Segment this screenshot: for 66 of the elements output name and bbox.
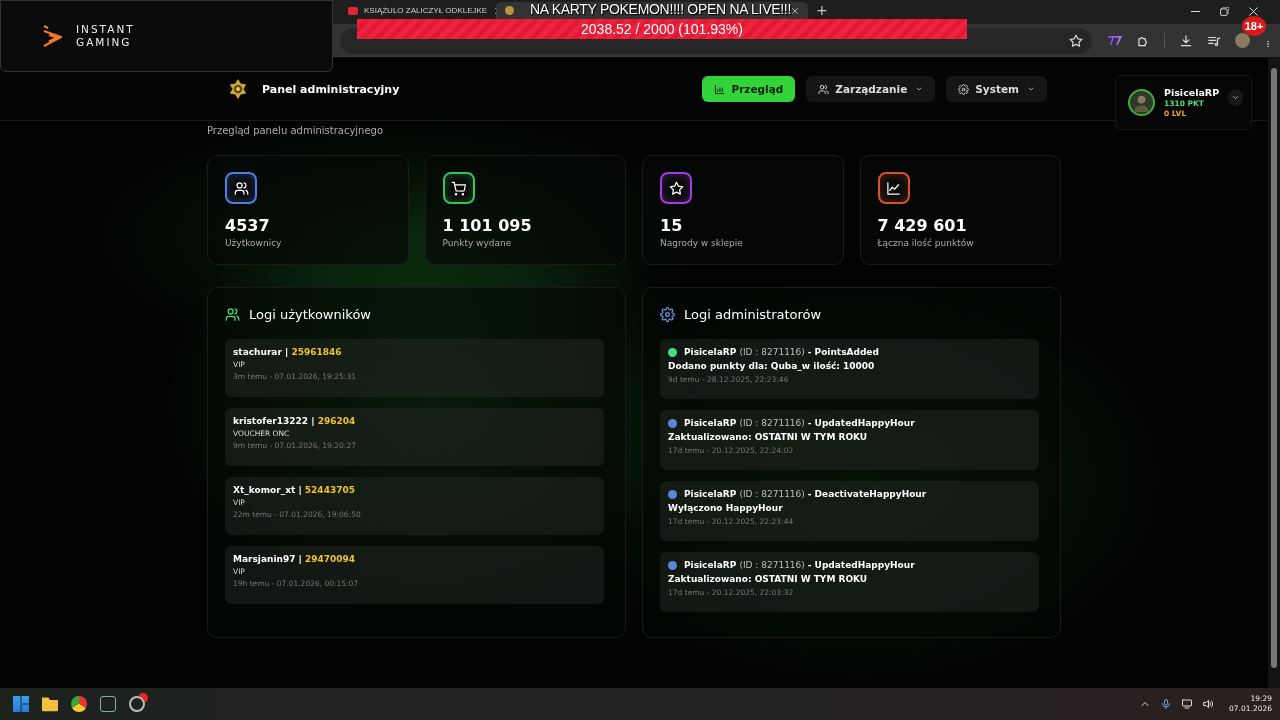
menu-icon[interactable] xyxy=(1264,39,1272,48)
cart-icon xyxy=(451,180,466,196)
settings-icon xyxy=(958,83,970,95)
log-actor: PisicelaRP (ID : 8271116) - UpdatedHappyHour xyxy=(684,418,915,428)
logo-icon xyxy=(41,24,65,48)
close-icon[interactable] xyxy=(790,5,800,16)
bar-chart-icon xyxy=(714,83,726,95)
stat-label: Użytkownicy xyxy=(225,238,283,248)
app-icon[interactable] xyxy=(100,696,116,712)
nav-button[interactable]: Przegląd xyxy=(702,76,796,102)
log-message: Zaktualizowano: OSTATNI W TYM ROKU xyxy=(668,432,869,442)
users-icon xyxy=(233,180,249,196)
log-actor: PisicelaRP (ID : 8271116) - UpdatedHappyHour xyxy=(684,560,915,570)
stat-label: Punkty wydane xyxy=(442,238,513,248)
panel-title: Logi użytkowników xyxy=(249,306,371,322)
log-user: kristofer13222 | 296204 xyxy=(233,416,357,426)
stat-value: 4537 xyxy=(225,216,271,235)
stat-value: 15 xyxy=(660,216,684,235)
caret-icon xyxy=(1231,93,1241,102)
page-subtitle: Przegląd panelu administracyjnego xyxy=(207,125,385,138)
star-icon xyxy=(668,180,684,196)
sheriff-badge-icon xyxy=(227,78,249,100)
new-tab-button[interactable]: + xyxy=(816,2,828,19)
notification-app-icon[interactable] xyxy=(129,696,145,712)
stat-value: 1 101 095 xyxy=(442,216,533,235)
stat-value: 7 429 601 xyxy=(877,216,968,235)
line-chart-icon xyxy=(886,180,901,196)
restore-icon[interactable] xyxy=(1220,7,1229,16)
nav-button[interactable]: System xyxy=(946,76,1047,102)
log-user: stachurar | 25961846 xyxy=(233,347,343,357)
bookmark-star-icon xyxy=(1069,33,1083,48)
log-message: Dodano punkty dla: Quba_w ilość: 10000 xyxy=(668,361,876,371)
start-icon[interactable] xyxy=(13,696,29,712)
sponsor-name: INSTANT xyxy=(76,23,135,36)
download-icon[interactable] xyxy=(1179,33,1193,48)
panel-title: Logi administratorów xyxy=(684,306,822,322)
close-icon[interactable] xyxy=(1249,7,1258,16)
stat-label: Nagrody w sklepie xyxy=(660,238,744,248)
browser-icon[interactable] xyxy=(71,696,87,712)
avatar-icon[interactable] xyxy=(1235,33,1250,48)
sponsor-name: GAMING xyxy=(76,36,133,49)
goal-reading: 2038.52 / 2000 (101.93%) xyxy=(581,21,743,37)
folder-icon[interactable] xyxy=(42,696,58,712)
log-actor: PisicelaRP (ID : 8271116) - PointsAdded xyxy=(684,347,879,357)
tab-title[interactable]: KSIĄŻULO ZALICZYŁ ODKLEJKE xyxy=(364,6,488,15)
log-user: Xt_komor_xt | 52443705 xyxy=(233,485,356,495)
users-icon xyxy=(225,306,240,322)
log-message: Zaktualizowano: OSTATNI W TYM ROKU xyxy=(668,574,869,584)
extension-icon[interactable] xyxy=(1108,36,1122,45)
log-actor: PisicelaRP (ID : 8271116) - DeactivateHappyHour xyxy=(684,489,927,499)
video-favicon-icon xyxy=(348,6,358,15)
page-title: Panel administracyjny xyxy=(262,82,400,96)
goal-title: NA KARTY POKEMON!!!! OPEN NA LIVE!!! xyxy=(530,1,791,17)
users-icon xyxy=(818,83,830,95)
avatar xyxy=(1128,89,1155,116)
speaker-icon[interactable] xyxy=(1202,698,1215,710)
microphone-icon[interactable] xyxy=(1160,698,1173,710)
nav-button[interactable]: Zarządzanie xyxy=(806,76,936,102)
log-message: Wyłączono HappyHour xyxy=(668,503,784,513)
display-icon[interactable] xyxy=(1181,698,1194,710)
scrollbar[interactable] xyxy=(1268,58,1280,688)
user-name: PisicelaRP xyxy=(1164,87,1220,98)
badge-favicon-icon xyxy=(505,6,514,15)
log-user: Marsjanin97 | 29470094 xyxy=(233,554,357,564)
stat-label: Łączna ilość punktów xyxy=(877,238,975,248)
settings-icon xyxy=(660,306,675,322)
